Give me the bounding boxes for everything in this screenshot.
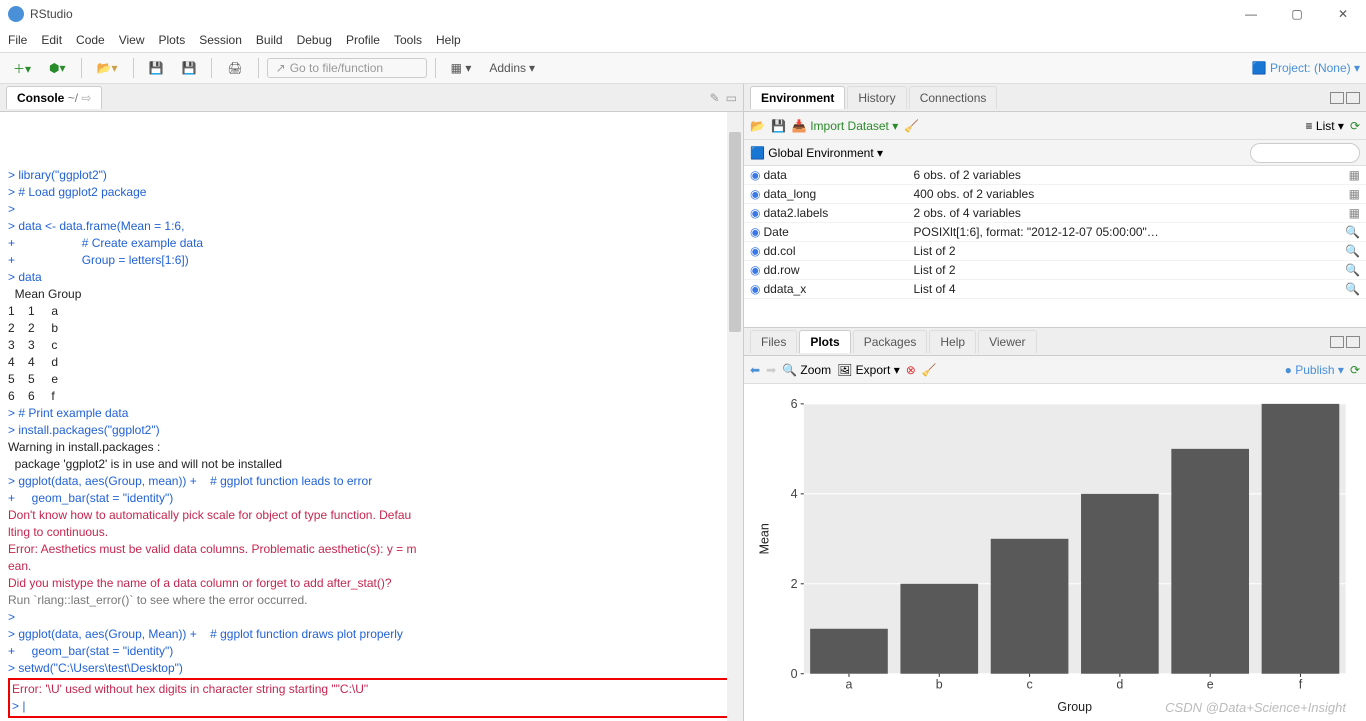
broom-icon[interactable]: ✎ — [710, 91, 720, 105]
plots-tabbar: Files Plots Packages Help Viewer — [744, 328, 1366, 356]
menu-build[interactable]: Build — [256, 33, 283, 47]
open-file-button[interactable]: 📂▾ — [90, 57, 125, 79]
addins-button[interactable]: Addins ▾ — [482, 57, 542, 79]
env-tabbar: Environment History Connections — [744, 84, 1366, 112]
menubar: File Edit Code View Plots Session Build Debug Pr… — [0, 28, 1366, 52]
svg-text:e: e — [1207, 678, 1214, 692]
menu-edit[interactable]: Edit — [41, 33, 62, 47]
clear-plots-icon[interactable]: 🧹 — [922, 363, 937, 377]
tab-environment[interactable]: Environment — [750, 86, 845, 109]
project-menu[interactable]: 🟦 Project: (None) ▾ — [1252, 61, 1360, 75]
new-file-button[interactable]: ＋▾ — [6, 56, 38, 81]
tab-connections[interactable]: Connections — [909, 86, 998, 109]
svg-text:0: 0 — [791, 667, 798, 681]
console-output[interactable]: > library("ggplot2")> # Load ggplot2 pac… — [0, 112, 743, 721]
env-row[interactable]: ◉ddata_xList of 4🔍 — [744, 280, 1366, 299]
menu-profile[interactable]: Profile — [346, 33, 380, 47]
env-search-input[interactable] — [1250, 143, 1360, 163]
zoom-button[interactable]: 🔍 Zoom — [782, 363, 831, 377]
environment-pane: Environment History Connections 📂 💾 📥 Im… — [744, 84, 1366, 328]
clear-ws-icon[interactable]: 🧹 — [904, 119, 919, 133]
env-row[interactable]: ◉data2.labels2 obs. of 4 variables▦ — [744, 204, 1366, 223]
svg-text:Mean: Mean — [758, 523, 772, 554]
svg-text:d: d — [1116, 678, 1123, 692]
tab-packages[interactable]: Packages — [853, 330, 928, 353]
main-toolbar: ＋▾ ⬢▾ 📂▾ 💾 💾 🖨 ↗ Go to file/function ▦ ▾… — [0, 52, 1366, 84]
maximize-button[interactable]: ▢ — [1274, 0, 1320, 28]
svg-text:f: f — [1299, 678, 1303, 692]
pane-max-icon[interactable]: ▭ — [726, 91, 737, 105]
remove-plot-button[interactable]: ⊗ — [906, 363, 916, 377]
tab-history[interactable]: History — [847, 86, 906, 109]
env-toolbar: 📂 💾 📥 Import Dataset ▾ 🧹 ≡ List ▾ ⟳ — [744, 112, 1366, 140]
new-project-button[interactable]: ⬢▾ — [42, 57, 73, 79]
console-pane: Console ~/ ⇨ ✎ ▭ > library("ggplot2")> #… — [0, 84, 744, 721]
scrollbar-thumb[interactable] — [729, 132, 741, 332]
env-list[interactable]: ◉data6 obs. of 2 variables▦◉data_long400… — [744, 166, 1366, 327]
pane-max-icon[interactable] — [1346, 336, 1360, 348]
env-row[interactable]: ◉DatePOSIXlt[1:6], format: "2012-12-07 0… — [744, 223, 1366, 242]
env-row[interactable]: ◉data6 obs. of 2 variables▦ — [744, 166, 1366, 185]
plot-prev-button[interactable]: ⬅ — [750, 363, 760, 377]
svg-text:2: 2 — [791, 577, 798, 591]
svg-text:Group: Group — [1057, 700, 1092, 714]
pane-min-icon[interactable] — [1330, 92, 1344, 104]
tab-help[interactable]: Help — [929, 330, 976, 353]
svg-text:b: b — [936, 678, 943, 692]
pane-min-icon[interactable] — [1330, 336, 1344, 348]
save-button[interactable]: 💾 — [142, 57, 171, 79]
menu-tools[interactable]: Tools — [394, 33, 422, 47]
menu-debug[interactable]: Debug — [297, 33, 332, 47]
titlebar: RStudio — ▢ ✕ — [0, 0, 1366, 28]
tab-files[interactable]: Files — [750, 330, 797, 353]
list-view-button[interactable]: ≡ List ▾ — [1306, 119, 1344, 133]
minimize-button[interactable]: — — [1228, 0, 1274, 28]
menu-view[interactable]: View — [119, 33, 145, 47]
tab-viewer[interactable]: Viewer — [978, 330, 1036, 353]
menu-code[interactable]: Code — [76, 33, 105, 47]
refresh-icon[interactable]: ⟳ — [1350, 119, 1360, 133]
plots-toolbar: ⬅ ➡ 🔍 Zoom 🖼 Export ▾ ⊗ 🧹 ● Publish ▾ ⟳ — [744, 356, 1366, 384]
rstudio-logo-icon — [8, 6, 24, 22]
window-title: RStudio — [30, 7, 73, 21]
plots-pane: Files Plots Packages Help Viewer ⬅ ➡ 🔍 Z… — [744, 328, 1366, 721]
svg-text:a: a — [846, 678, 853, 692]
load-ws-icon[interactable]: 📂 — [750, 119, 765, 133]
svg-text:6: 6 — [791, 397, 798, 411]
env-row[interactable]: ◉dd.rowList of 2🔍 — [744, 261, 1366, 280]
env-row[interactable]: ◉data_long400 obs. of 2 variables▦ — [744, 185, 1366, 204]
plot-next-button[interactable]: ➡ — [766, 363, 776, 377]
svg-text:c: c — [1026, 678, 1032, 692]
goto-file-input[interactable]: ↗ Go to file/function — [267, 58, 427, 78]
menu-help[interactable]: Help — [436, 33, 461, 47]
menu-plots[interactable]: Plots — [159, 33, 186, 47]
pane-max-icon[interactable] — [1346, 92, 1360, 104]
close-button[interactable]: ✕ — [1320, 0, 1366, 28]
export-button[interactable]: 🖼 Export ▾ — [837, 363, 900, 377]
env-row[interactable]: ◉dd.colList of 2🔍 — [744, 242, 1366, 261]
refresh-plots-icon[interactable]: ⟳ — [1350, 363, 1360, 377]
scrollbar[interactable] — [727, 112, 743, 721]
publish-button[interactable]: ● Publish ▾ — [1285, 363, 1344, 377]
print-button[interactable]: 🖨 — [220, 57, 249, 79]
watermark: CSDN @Data+Science+Insight — [1165, 700, 1346, 715]
import-dataset-button[interactable]: 📥 Import Dataset ▾ — [792, 119, 898, 133]
bar-chart: 0 2 4 6 a b c d e f Group Mean — [754, 392, 1356, 717]
menu-file[interactable]: File — [8, 33, 27, 47]
console-tabbar: Console ~/ ⇨ ✎ ▭ — [0, 84, 743, 112]
tab-console[interactable]: Console ~/ ⇨ — [6, 86, 102, 109]
save-ws-icon[interactable]: 💾 — [771, 119, 786, 133]
grid-button[interactable]: ▦ ▾ — [444, 57, 479, 79]
scope-selector[interactable]: 🟦 Global Environment ▾ — [750, 146, 883, 160]
svg-text:4: 4 — [791, 487, 798, 501]
save-all-button[interactable]: 💾 — [174, 57, 203, 79]
tab-plots[interactable]: Plots — [799, 330, 850, 353]
plot-canvas: 0 2 4 6 a b c d e f Group Mean CSDN @Data+Science+I… — [744, 384, 1366, 721]
menu-session[interactable]: Session — [199, 33, 242, 47]
